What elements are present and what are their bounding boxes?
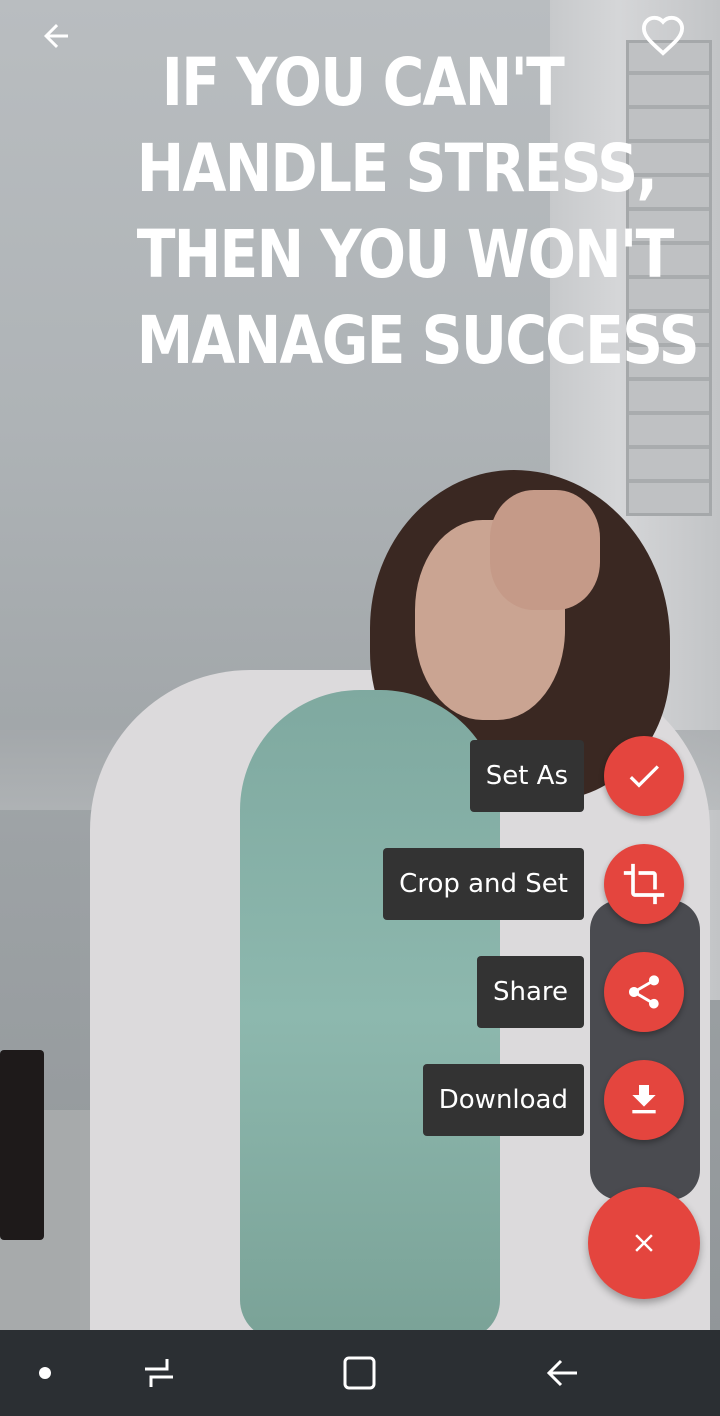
share-icon [629,975,659,1009]
recent-apps-icon [145,1359,173,1387]
share-button[interactable] [604,952,684,1032]
wallpaper-preview-screen: IF YOU CAN'T HANDLE STRESS, THEN YOU WON… [0,0,720,1416]
back-arrow-icon [44,24,68,48]
quote-line-3: THEN YOU WON'T [136,216,675,293]
quote-text: IF YOU CAN'T HANDLE STRESS, THEN YOU WON… [136,40,700,384]
home-icon [343,1356,376,1390]
close-icon [635,1234,653,1252]
download-button[interactable] [604,1060,684,1140]
download-action[interactable]: Download [422,1060,684,1140]
favorite-button[interactable] [636,12,690,58]
download-label[interactable]: Download [422,1064,584,1136]
share-label[interactable]: Share [476,956,584,1028]
quote-line-2: HANDLE STRESS, [136,130,658,207]
set-as-label[interactable]: Set As [469,740,584,812]
home-button[interactable] [336,1348,382,1398]
crop-and-set-label[interactable]: Crop and Set [383,848,584,920]
share-action[interactable]: Share [476,952,684,1032]
back-button[interactable] [30,14,82,58]
system-back-icon [546,1359,577,1387]
set-as-button[interactable] [604,736,684,816]
close-speed-dial-button[interactable] [588,1187,700,1299]
nav-dot-button[interactable] [28,1348,62,1398]
check-icon [629,765,659,788]
recent-apps-button[interactable] [136,1348,182,1398]
heart-outline-icon [641,15,685,56]
download-icon [632,1085,656,1114]
quote-line-1: IF YOU CAN'T [161,44,565,121]
set-as-action[interactable]: Set As [469,736,684,816]
quote-line-4: MANAGE SUCCESS [136,302,700,379]
dot-icon [39,1367,51,1379]
crop-and-set-button[interactable] [604,844,684,924]
system-navigation-bar [0,1330,720,1416]
system-back-button[interactable] [538,1348,586,1398]
crop-icon [623,863,665,905]
crop-and-set-action[interactable]: Crop and Set [383,844,684,924]
